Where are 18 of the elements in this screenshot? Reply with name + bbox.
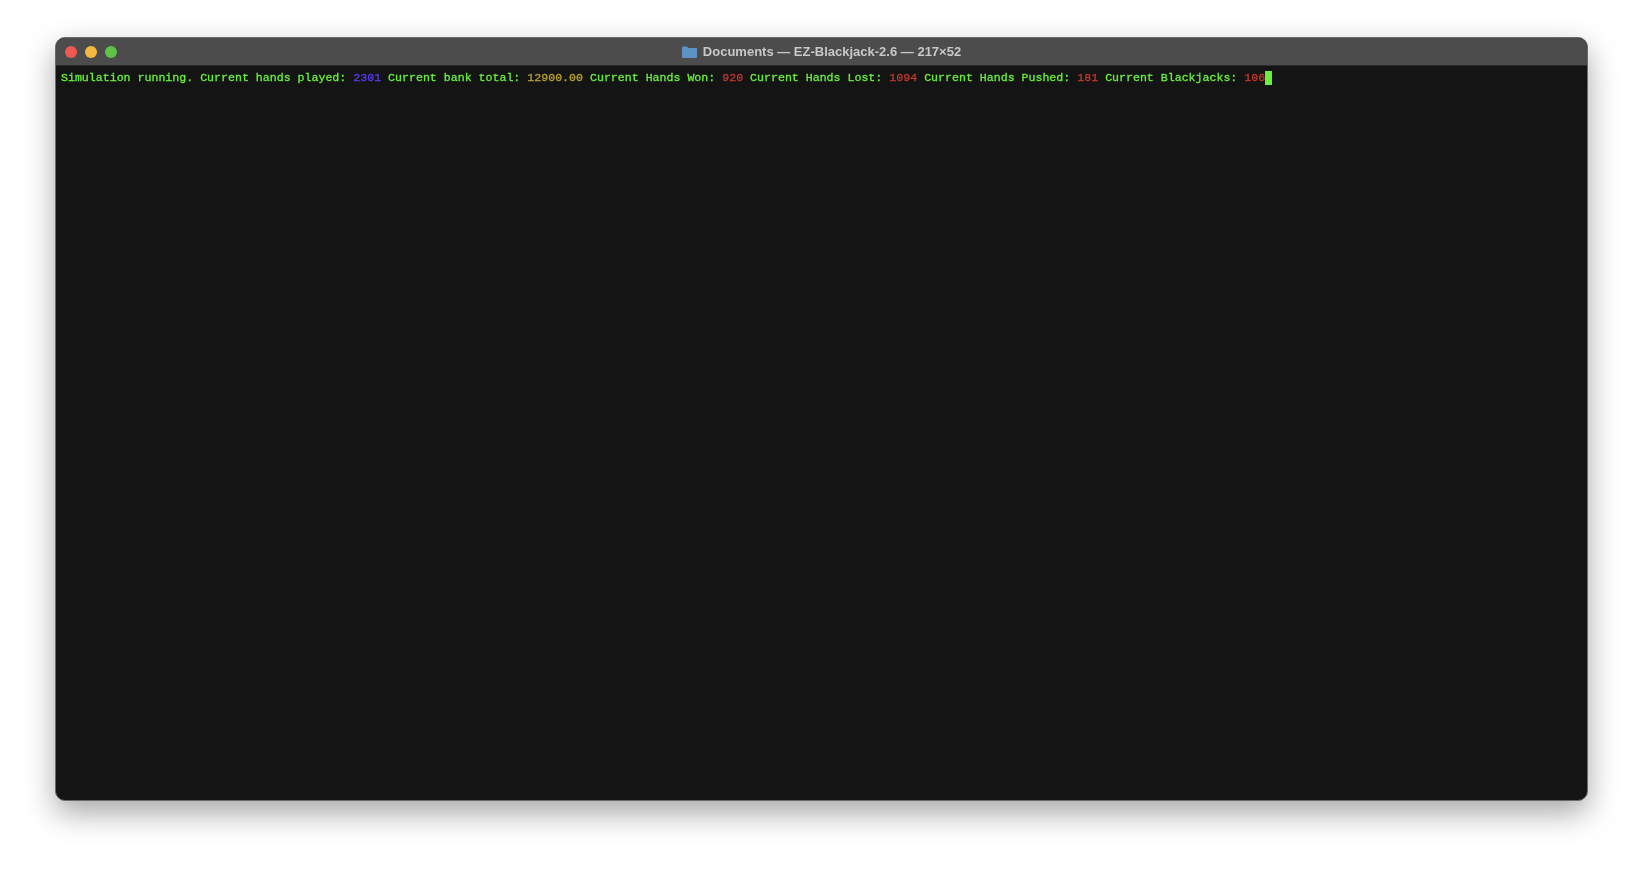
terminal-text: Current Blackjacks:: [1105, 70, 1238, 86]
terminal-text: 12900.00: [527, 70, 583, 86]
terminal-text: 106: [1244, 70, 1266, 86]
folder-icon: [681, 45, 697, 58]
terminal-text: Current Hands Pushed:: [924, 70, 1071, 86]
terminal-text: Current Hands Won:: [590, 70, 716, 86]
terminal-text: 1094: [889, 70, 918, 86]
terminal-text: 2301: [353, 70, 382, 86]
text-cursor: [1265, 71, 1273, 85]
terminal-text: Simulation running. Current hands played:: [61, 70, 347, 86]
zoom-button[interactable]: [105, 45, 117, 58]
terminal-text: Current Hands Lost:: [750, 70, 883, 86]
minimize-button[interactable]: [85, 45, 97, 58]
close-button[interactable]: [65, 45, 77, 58]
terminal-text: Current bank total:: [388, 70, 521, 86]
terminal-text: 181: [1077, 70, 1099, 86]
window-title: Documents — EZ-Blackjack-2.6 — 217×52: [702, 44, 962, 59]
terminal-text: 920: [722, 70, 744, 86]
